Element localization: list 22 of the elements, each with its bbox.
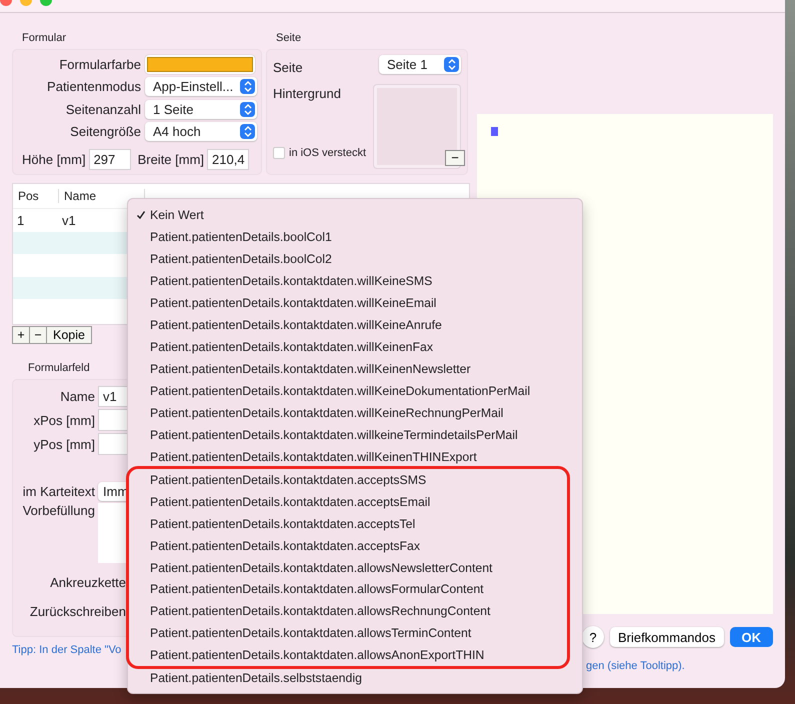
group-title: Seite	[275, 32, 302, 44]
field-label: Formularfarbe	[58, 56, 142, 72]
field-label: Hintergrund	[273, 86, 342, 101]
field-label: Vorbefüllung	[22, 503, 96, 518]
table-cell-text: 1	[16, 212, 26, 228]
group-title: Formularfeld	[27, 362, 90, 374]
field-label: Ankreuzkette	[50, 575, 126, 590]
field-label: Patientenmodus	[46, 79, 142, 94]
field-label: Zurückschreiben	[30, 604, 126, 619]
field-label: Seitengröße	[69, 124, 142, 139]
field-label: Höhe [mm]	[21, 152, 87, 168]
field-label: im Karteitext	[22, 484, 96, 499]
field-label: Name	[59, 389, 96, 404]
group-title: Formular	[21, 32, 68, 44]
field-label: Seite	[273, 60, 304, 75]
field-label: yPos [mm]	[32, 436, 96, 452]
table-cell-text: v1	[61, 212, 77, 228]
field-label: Breite [mm]	[136, 152, 206, 168]
checkbox-label: in iOS versteckt	[289, 147, 366, 159]
field-label: Seitenanzahl	[64, 102, 142, 117]
field-label: xPos [mm]	[32, 412, 96, 428]
tip-text: gen (siehe Tooltipp).	[586, 660, 685, 672]
